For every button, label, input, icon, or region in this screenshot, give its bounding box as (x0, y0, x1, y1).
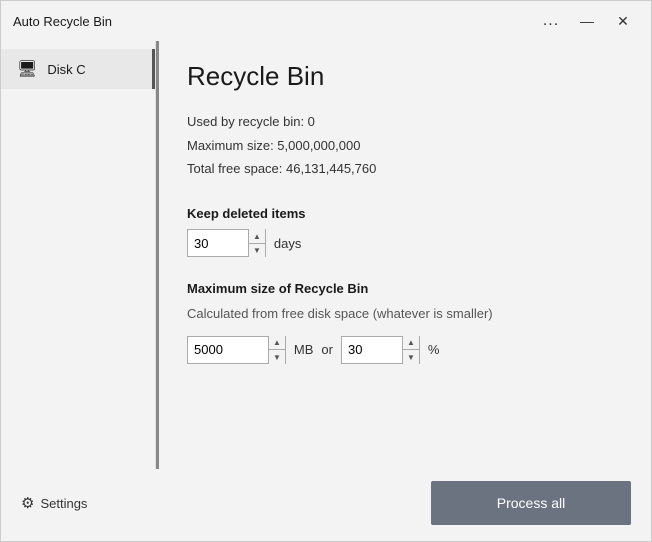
keep-section-label: Keep deleted items (187, 206, 623, 221)
used-by-info: Used by recycle bin: 0 (187, 110, 623, 133)
mb-up-button[interactable]: ▲ (269, 336, 285, 351)
main-content: Recycle Bin Used by recycle bin: 0 Maxim… (159, 41, 651, 469)
sidebar-item-label: Disk C (47, 62, 85, 77)
app-window: Auto Recycle Bin ... — ✕ 🖥 Disk C Recycl… (0, 0, 652, 542)
mb-unit-label: MB (294, 342, 314, 357)
disk-icon: 🖥 (17, 59, 37, 79)
days-input[interactable] (188, 230, 248, 256)
max-size-description: Calculated from free disk space (whateve… (187, 304, 623, 324)
days-unit-label: days (274, 236, 301, 251)
days-down-button[interactable]: ▼ (249, 244, 265, 258)
mb-down-button[interactable]: ▼ (269, 350, 285, 364)
minimize-icon: — (580, 13, 594, 29)
percent-down-button[interactable]: ▼ (403, 350, 419, 364)
max-size-section-label: Maximum size of Recycle Bin (187, 281, 623, 296)
gear-icon: ⚙ (21, 494, 34, 512)
total-free-info: Total free space: 46,131,445,760 (187, 157, 623, 180)
sidebar: 🖥 Disk C (1, 41, 156, 469)
percent-spinner: ▲ ▼ (341, 336, 420, 364)
title-bar-controls: ... — ✕ (535, 7, 639, 35)
close-button[interactable]: ✕ (607, 7, 639, 35)
content-area: 🖥 Disk C Recycle Bin Used by recycle bin… (1, 41, 651, 469)
mb-spinner-buttons: ▲ ▼ (268, 336, 285, 364)
minimize-button[interactable]: — (571, 7, 603, 35)
more-button[interactable]: ... (535, 7, 567, 35)
mb-input[interactable] (188, 337, 268, 363)
title-bar-left: Auto Recycle Bin (13, 14, 112, 29)
days-spinner: ▲ ▼ (187, 229, 266, 257)
settings-label: Settings (40, 496, 87, 511)
sidebar-item-disk-c[interactable]: 🖥 Disk C (1, 49, 155, 89)
app-title: Auto Recycle Bin (13, 14, 112, 29)
info-section: Used by recycle bin: 0 Maximum size: 5,0… (187, 110, 623, 180)
or-label: or (321, 342, 333, 357)
max-size-section: Maximum size of Recycle Bin Calculated f… (187, 277, 623, 384)
keep-section: Keep deleted items ▲ ▼ days (187, 202, 623, 277)
more-icon: ... (543, 12, 559, 30)
process-all-button[interactable]: Process all (431, 481, 631, 525)
title-bar: Auto Recycle Bin ... — ✕ (1, 1, 651, 41)
percent-unit-label: % (428, 342, 440, 357)
max-size-input-row: ▲ ▼ MB or ▲ ▼ % (187, 336, 623, 364)
days-up-button[interactable]: ▲ (249, 229, 265, 244)
process-all-label: Process all (497, 495, 565, 511)
percent-up-button[interactable]: ▲ (403, 336, 419, 351)
days-spinner-buttons: ▲ ▼ (248, 229, 265, 257)
settings-link[interactable]: ⚙ Settings (21, 494, 87, 512)
mb-spinner: ▲ ▼ (187, 336, 286, 364)
close-icon: ✕ (617, 13, 629, 30)
percent-spinner-buttons: ▲ ▼ (402, 336, 419, 364)
max-size-info: Maximum size: 5,000,000,000 (187, 134, 623, 157)
percent-input[interactable] (342, 337, 402, 363)
keep-input-row: ▲ ▼ days (187, 229, 623, 257)
footer: ⚙ Settings Process all (1, 469, 651, 541)
page-title: Recycle Bin (187, 61, 623, 92)
